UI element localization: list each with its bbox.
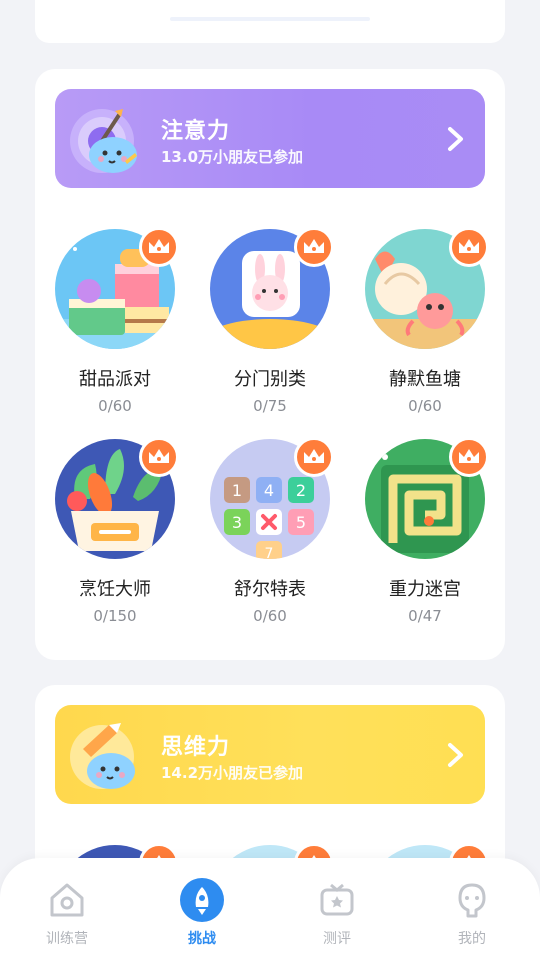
tab-assessment[interactable]: 测评 xyxy=(292,878,382,948)
schulte-number: 7 xyxy=(265,546,274,559)
tab-mine[interactable]: 我的 xyxy=(427,878,517,948)
game-name: 重力迷宫 xyxy=(389,579,461,600)
game-item[interactable]: 1 4 2 3 5 7 舒尔特表 0/60 xyxy=(200,437,340,625)
game-progress: 0/60 xyxy=(408,397,442,415)
profile-icon xyxy=(450,878,494,922)
banner-title: 思维力 xyxy=(161,735,231,760)
game-progress: 0/75 xyxy=(253,397,287,415)
mascot-target-icon xyxy=(70,109,137,173)
tab-training-camp[interactable]: 训练营 xyxy=(22,878,112,948)
chevron-right-icon xyxy=(448,743,463,767)
banner-participants: 13.0万小朋友已参加 xyxy=(161,148,304,166)
game-item[interactable]: 分门别类 0/75 xyxy=(200,227,340,415)
schulte-number: 2 xyxy=(296,481,306,500)
schulte-number: 4 xyxy=(264,481,274,500)
previous-section-card xyxy=(35,0,505,43)
rocket-icon xyxy=(180,878,224,922)
schulte-number: 5 xyxy=(296,513,306,532)
crown-icon xyxy=(449,437,489,477)
tab-label: 挑战 xyxy=(188,931,216,947)
schulte-number: 1 xyxy=(232,481,242,500)
chevron-right-icon xyxy=(448,127,463,151)
card-divider xyxy=(170,17,370,21)
attention-section: 注意力 13.0万小朋友已参加 甜品派对 0/60 分门别类 0/75 静默鱼塘… xyxy=(35,69,505,660)
game-item[interactable]: 静默鱼塘 0/60 xyxy=(355,227,495,415)
game-name: 分门别类 xyxy=(234,369,306,390)
game-item[interactable]: 重力迷宫 0/47 xyxy=(355,437,495,625)
game-name: 静默鱼塘 xyxy=(389,369,461,390)
thinking-banner[interactable]: 思维力 14.2万小朋友已参加 xyxy=(55,705,485,804)
attention-banner[interactable]: 注意力 13.0万小朋友已参加 xyxy=(55,89,485,188)
mascot-pencil-icon xyxy=(70,723,135,789)
game-name: 舒尔特表 xyxy=(234,579,306,600)
game-progress: 0/47 xyxy=(408,607,442,625)
bottom-tab-bar: 训练营 挑战 测评 我的 xyxy=(0,858,540,960)
crown-icon xyxy=(294,227,334,267)
game-item[interactable]: 甜品派对 0/60 xyxy=(45,227,185,415)
home-icon xyxy=(45,878,89,922)
game-name: 烹饪大师 xyxy=(79,579,151,600)
tab-challenge[interactable]: 挑战 xyxy=(157,878,247,948)
banner-participants: 14.2万小朋友已参加 xyxy=(161,764,304,782)
game-progress: 0/60 xyxy=(98,397,132,415)
crown-icon xyxy=(139,437,179,477)
tab-label: 测评 xyxy=(323,931,351,947)
game-name: 甜品派对 xyxy=(79,369,151,390)
schulte-number: 3 xyxy=(232,513,242,532)
game-progress: 0/150 xyxy=(93,607,137,625)
tab-label: 训练营 xyxy=(46,931,88,947)
banner-title: 注意力 xyxy=(161,119,231,144)
crown-icon xyxy=(294,437,334,477)
game-progress: 0/60 xyxy=(253,607,287,625)
tv-star-icon xyxy=(315,878,359,922)
crown-icon xyxy=(449,227,489,267)
tab-label: 我的 xyxy=(458,931,486,947)
crown-icon xyxy=(139,227,179,267)
game-item[interactable]: 烹饪大师 0/150 xyxy=(45,437,185,625)
